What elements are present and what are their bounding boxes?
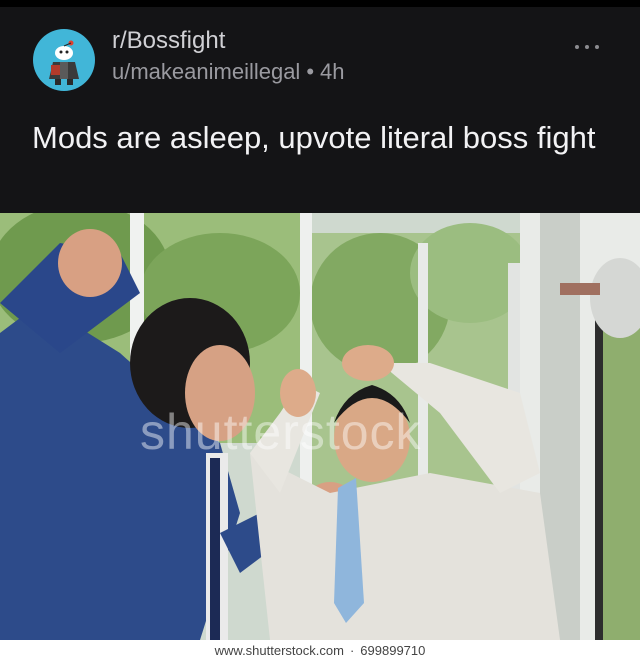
footer-id: 699899710 [360, 643, 426, 658]
image-footer: www.shutterstock.com · 699899710 [0, 640, 640, 661]
status-bar-strip [0, 0, 640, 7]
more-options-icon[interactable] [572, 37, 602, 57]
post-image[interactable]: shutterstock [0, 213, 640, 640]
watermark: shutterstock [140, 404, 422, 460]
username-link[interactable]: u/makeanimeillegal [112, 59, 300, 84]
post-meta: u/makeanimeillegal • 4h [112, 59, 345, 85]
post-age: 4h [320, 59, 345, 84]
subreddit-avatar-icon[interactable] [33, 29, 95, 91]
post-header: r/Bossfight u/makeanimeillegal • 4h Mods a… [0, 7, 640, 213]
meta-separator: • [306, 59, 315, 84]
subreddit-name[interactable]: r/Bossfight [112, 27, 225, 55]
post-title[interactable]: Mods are asleep, upvote literal boss fig… [32, 119, 622, 157]
footer-site: www.shutterstock.com [214, 643, 344, 658]
